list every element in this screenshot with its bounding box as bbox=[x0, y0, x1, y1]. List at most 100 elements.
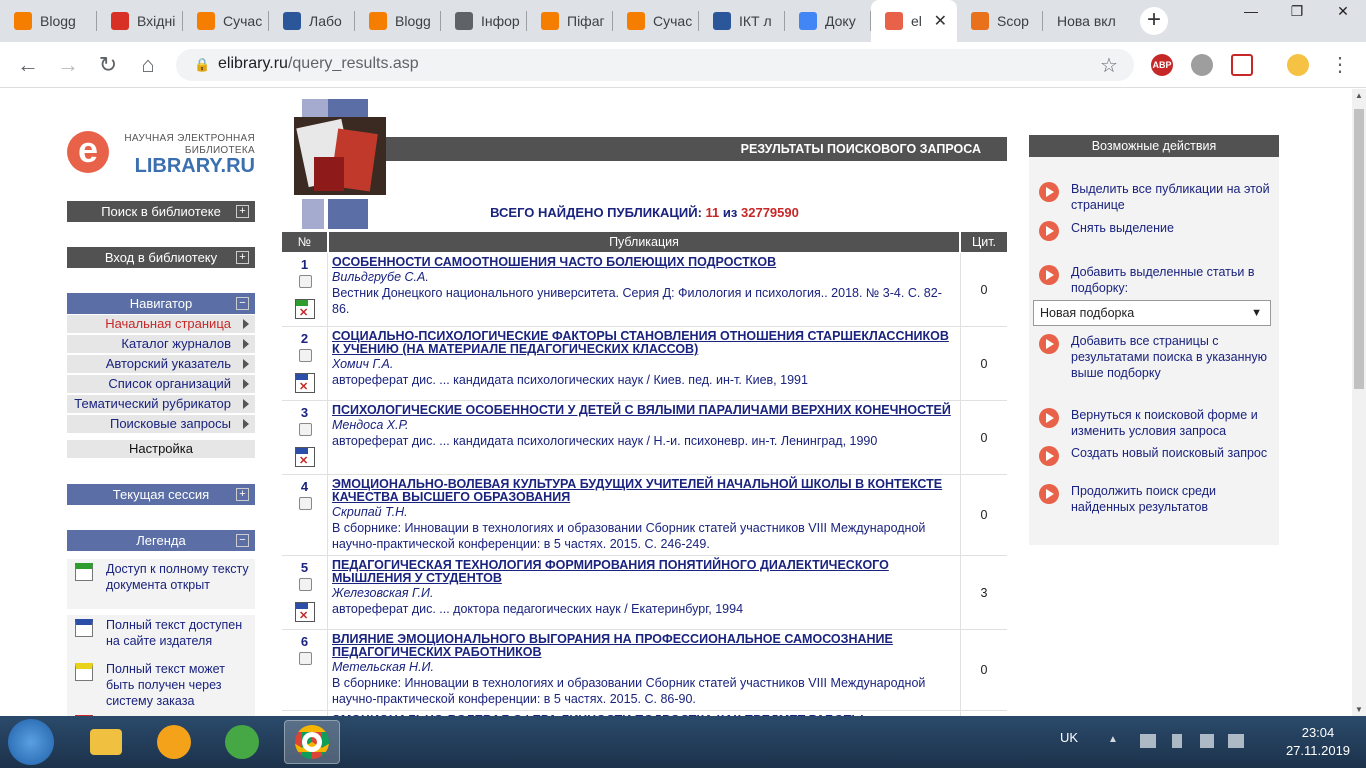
system-clock[interactable]: 23:04 27.11.2019 bbox=[1278, 724, 1358, 760]
tab-11[interactable]: el ✕ bbox=[871, 0, 957, 42]
collection-select[interactable]: Новая подборка ▼ bbox=[1033, 300, 1271, 326]
author-link[interactable]: Мендоса Х.Р. bbox=[332, 417, 956, 433]
chrome-taskbar-button[interactable] bbox=[284, 720, 340, 764]
action-item[interactable]: Создать новый поисковый запрос bbox=[1039, 445, 1275, 479]
tab-4[interactable]: Лабо bbox=[269, 0, 355, 42]
elibrary-logo[interactable]: e НАУЧНАЯ ЭЛЕКТРОННАЯ БИБЛИОТЕКА LIBRARY… bbox=[67, 129, 257, 179]
adblock-icon[interactable]: ABP bbox=[1151, 54, 1173, 76]
minimize-button[interactable]: — bbox=[1228, 0, 1274, 22]
scroll-up-icon[interactable]: ▲ bbox=[1355, 91, 1363, 100]
action-link[interactable]: Добавить выделенные статьи в подборку: bbox=[1071, 264, 1277, 296]
tab-7[interactable]: Піфаг bbox=[527, 0, 613, 42]
action-item[interactable]: Добавить все страницы с результатами пои… bbox=[1039, 333, 1275, 380]
close-tab-icon[interactable]: ✕ bbox=[934, 11, 947, 31]
login-panel[interactable]: Вход в библиотеку + bbox=[67, 247, 255, 268]
tab-3[interactable]: Сучас bbox=[183, 0, 269, 42]
tray-expand-icon[interactable]: ▲ bbox=[1108, 734, 1120, 748]
row-checkbox[interactable] bbox=[299, 497, 312, 510]
pocket-icon[interactable] bbox=[1231, 54, 1253, 76]
back-icon[interactable]: ← bbox=[15, 52, 41, 78]
action-item[interactable]: Продолжить поиск среди найденных результ… bbox=[1039, 483, 1275, 517]
url-text[interactable]: elibrary.ru/query_results.asp bbox=[218, 55, 419, 73]
tab-12[interactable]: Scop bbox=[957, 0, 1043, 42]
nav-item[interactable]: Поисковые запросы bbox=[67, 415, 255, 433]
expand-icon[interactable]: + bbox=[236, 251, 249, 264]
action-item[interactable]: Снять выделение bbox=[1039, 220, 1275, 254]
expand-icon[interactable]: + bbox=[236, 488, 249, 501]
new-tab-button[interactable]: + bbox=[1140, 7, 1168, 35]
navigator-panel[interactable]: Навигатор − bbox=[67, 293, 255, 314]
expand-icon[interactable]: + bbox=[236, 205, 249, 218]
signal-icon[interactable] bbox=[1228, 734, 1244, 748]
publication-title-link[interactable]: ПЕДАГОГИЧЕСКАЯ ТЕХНОЛОГИЯ ФОРМИРОВАНИЯ П… bbox=[332, 559, 956, 585]
current-session-panel[interactable]: Текущая сессия + bbox=[67, 484, 255, 505]
action-link[interactable]: Создать новый поисковый запрос bbox=[1071, 445, 1277, 461]
collapse-icon[interactable]: − bbox=[236, 534, 249, 547]
scroll-thumb[interactable] bbox=[1354, 109, 1364, 389]
utorrent-taskbar-button[interactable] bbox=[214, 720, 270, 764]
home-icon[interactable]: ⌂ bbox=[135, 52, 161, 78]
collapse-icon[interactable]: − bbox=[236, 297, 249, 310]
forward-icon[interactable]: → bbox=[55, 52, 81, 78]
tab-1[interactable]: Blogg bbox=[0, 0, 97, 42]
action-link[interactable]: Вернуться к поисковой форме и изменить у… bbox=[1071, 407, 1277, 439]
nav-item[interactable]: Авторский указатель bbox=[67, 355, 255, 373]
profile-avatar[interactable] bbox=[1287, 54, 1309, 76]
reload-icon[interactable]: ↻ bbox=[95, 52, 121, 78]
author-link[interactable]: Хомич Г.А. bbox=[332, 356, 956, 372]
legend-panel[interactable]: Легенда − bbox=[67, 530, 255, 551]
tab-13[interactable]: Нова вкл bbox=[1043, 0, 1133, 42]
action-item[interactable]: Выделить все публикации на этой странице bbox=[1039, 181, 1275, 215]
author-link[interactable]: Метельская Н.И. bbox=[332, 659, 956, 675]
page-scrollbar[interactable]: ▲ ▼ bbox=[1352, 89, 1366, 716]
row-checkbox[interactable] bbox=[299, 275, 312, 288]
action-link[interactable]: Выделить все публикации на этой странице bbox=[1071, 181, 1277, 213]
tab-10[interactable]: Доку bbox=[785, 0, 871, 42]
close-window-button[interactable]: ✕ bbox=[1320, 0, 1366, 22]
restore-button[interactable]: ❐ bbox=[1274, 0, 1320, 22]
explorer-taskbar-button[interactable] bbox=[78, 720, 134, 764]
publication-title-link[interactable]: ПСИХОЛОГИЧЕСКИЕ ОСОБЕННОСТИ У ДЕТЕЙ С ВЯ… bbox=[332, 404, 956, 417]
extension-icon[interactable] bbox=[1191, 54, 1213, 76]
bookmark-star-icon[interactable]: ☆ bbox=[1100, 53, 1118, 78]
nav-item[interactable]: Каталог журналов bbox=[67, 335, 255, 353]
tab-5[interactable]: Blogg bbox=[355, 0, 441, 42]
tab-9[interactable]: ІКТ л bbox=[699, 0, 785, 42]
row-checkbox[interactable] bbox=[299, 423, 312, 436]
action-item[interactable]: Вернуться к поисковой форме и изменить у… bbox=[1039, 407, 1275, 441]
pdf-icon[interactable]: ✕ bbox=[295, 447, 315, 467]
author-link[interactable]: Скрипай Т.Н. bbox=[332, 504, 956, 520]
nav-item[interactable]: Список организаций bbox=[67, 375, 255, 393]
tab-6[interactable]: Інфор bbox=[441, 0, 527, 42]
pdf-icon[interactable]: ✕ bbox=[295, 299, 315, 319]
author-link[interactable]: Железовская Г.И. bbox=[332, 585, 956, 601]
tab-8[interactable]: Сучас bbox=[613, 0, 699, 42]
pdf-icon[interactable]: ✕ bbox=[295, 373, 315, 393]
action-link[interactable]: Снять выделение bbox=[1071, 220, 1277, 236]
publication-title-link[interactable]: ВЛИЯНИЕ ЭМОЦИОНАЛЬНОГО ВЫГОРАНИЯ НА ПРОФ… bbox=[332, 633, 956, 659]
row-checkbox[interactable] bbox=[299, 578, 312, 591]
tab-2[interactable]: Вхідні bbox=[97, 0, 183, 42]
action-link[interactable]: Добавить все страницы с результатами пои… bbox=[1071, 333, 1277, 381]
nav-item[interactable]: Начальная страница bbox=[67, 315, 255, 333]
settings-link[interactable]: Настройка bbox=[67, 440, 255, 458]
keyboard-language[interactable]: UK bbox=[1060, 730, 1078, 745]
row-checkbox[interactable] bbox=[299, 349, 312, 362]
row-checkbox[interactable] bbox=[299, 652, 312, 665]
action-item[interactable]: Добавить выделенные статьи в подборку: bbox=[1039, 264, 1275, 298]
network-icon[interactable] bbox=[1140, 734, 1156, 748]
publication-title-link[interactable]: СОЦИАЛЬНО-ПСИХОЛОГИЧЕСКИЕ ФАКТОРЫ СТАНОВ… bbox=[332, 330, 956, 356]
aimp-taskbar-button[interactable] bbox=[146, 720, 202, 764]
menu-icon[interactable]: ⋮ bbox=[1330, 52, 1350, 77]
volume-icon[interactable] bbox=[1200, 734, 1214, 748]
search-library-panel[interactable]: Поиск в библиотеке + bbox=[67, 201, 255, 222]
publication-title-link[interactable]: ЭМОЦИОНАЛЬНО-ВОЛЕВАЯ КУЛЬТУРА БУДУЩИХ УЧ… bbox=[332, 478, 956, 504]
pdf-icon[interactable]: ✕ bbox=[295, 602, 315, 622]
publication-title-link[interactable]: ОСОБЕННОСТИ САМООТНОШЕНИЯ ЧАСТО БОЛЕЮЩИХ… bbox=[332, 256, 956, 269]
action-link[interactable]: Продолжить поиск среди найденных результ… bbox=[1071, 483, 1277, 515]
author-link[interactable]: Вильдгрубе С.А. bbox=[332, 269, 956, 285]
lock-icon[interactable]: 🔒 bbox=[194, 57, 210, 73]
nav-item[interactable]: Тематический рубрикатор bbox=[67, 395, 255, 413]
start-button[interactable] bbox=[8, 719, 54, 765]
battery-icon[interactable] bbox=[1172, 734, 1182, 748]
